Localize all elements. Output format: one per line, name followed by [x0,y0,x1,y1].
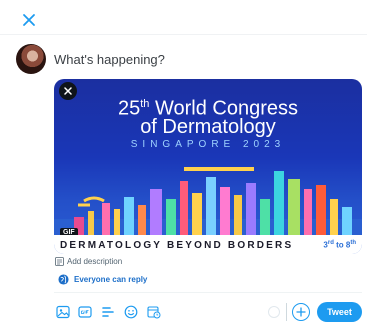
banner-subtitle: SINGAPORE 2023 [130,139,286,150]
reply-settings-label: Everyone can reply [74,275,148,284]
image-icon [56,305,70,319]
plus-circle-icon [296,307,306,317]
description-icon [55,257,64,266]
media-preview: 25th World Congress of Dermatology SINGA… [54,79,362,254]
add-thread-button[interactable] [292,303,310,321]
schedule-icon [147,306,161,319]
character-count-ring [268,306,280,318]
remove-media-button[interactable] [59,82,77,100]
skyline-graphic [54,167,362,239]
banner-dates: 3rd to 8th [323,240,356,250]
gif-icon [78,306,92,318]
close-icon [23,14,35,26]
add-emoji-button[interactable] [124,305,138,319]
tweet-button[interactable]: Tweet [317,302,362,322]
toolbar-vertical-divider [286,303,287,321]
reply-settings-button[interactable]: Everyone can reply [58,274,147,285]
add-poll-button[interactable] [101,305,115,319]
add-description-link[interactable]: Add description [55,257,122,266]
avatar[interactable] [16,44,46,74]
banner-title-line2: of Dermatology [140,116,276,138]
globe-icon [58,274,69,285]
banner-tagline: DERMATOLOGY BEYOND BORDERS [60,240,294,251]
toolbar-divider [54,292,362,293]
add-description-label: Add description [67,257,123,266]
schedule-button[interactable] [147,305,161,319]
add-gif-button[interactable] [78,305,92,319]
poll-icon [102,307,114,317]
close-button[interactable] [22,13,36,27]
add-image-button[interactable] [56,305,70,319]
compose-input[interactable] [54,49,354,69]
emoji-icon [124,305,138,319]
header-divider [0,34,367,35]
close-icon [64,87,72,95]
